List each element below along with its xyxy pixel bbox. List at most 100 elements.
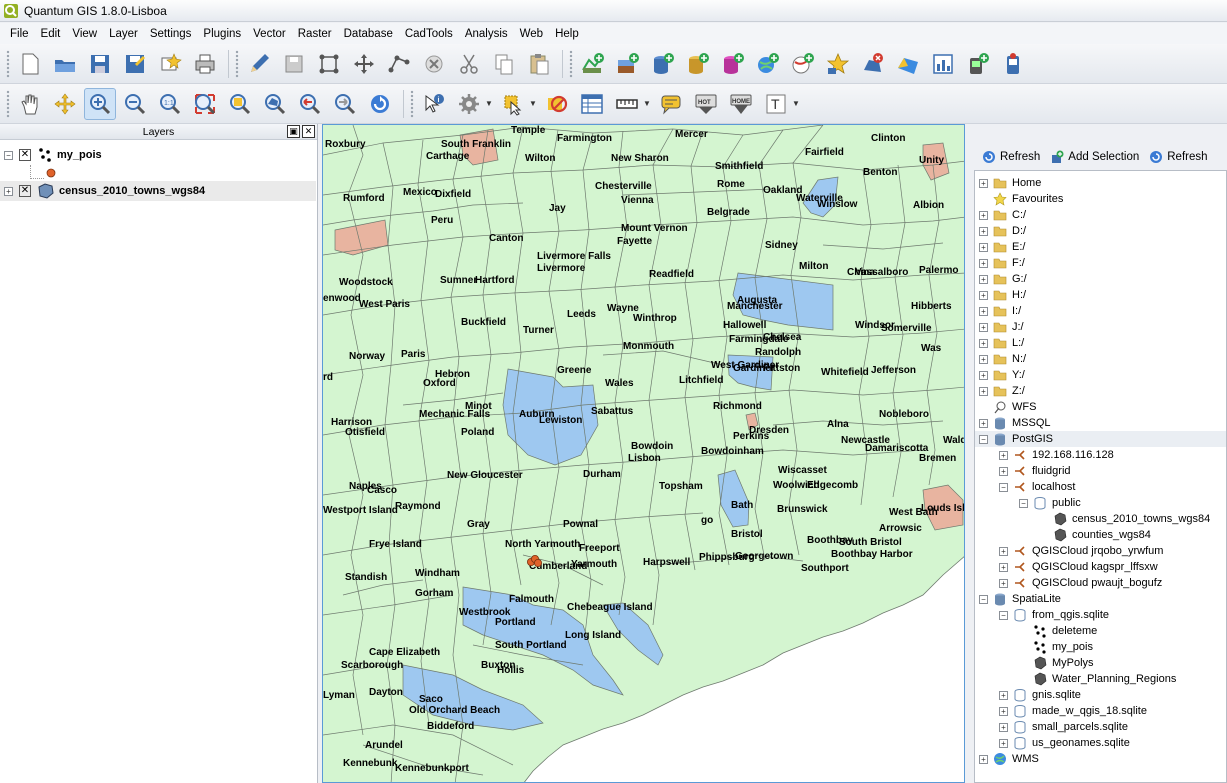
browser-item-qgiscloud-kagspr-lffsxw[interactable]: + QGISCloud kagspr_lffsxw	[999, 559, 1158, 575]
copy-features-button[interactable]	[488, 48, 520, 80]
zoom-out-button[interactable]	[119, 88, 151, 120]
add-mssql-layer-button[interactable]	[717, 48, 749, 80]
expand-icon[interactable]: +	[979, 418, 988, 428]
expand-icon[interactable]: +	[979, 242, 988, 252]
menu-vector[interactable]: Vector	[247, 26, 292, 42]
select-button[interactable]	[497, 88, 529, 120]
node-tool-button[interactable]	[383, 48, 415, 80]
delete-selected-button[interactable]	[418, 48, 450, 80]
deselect-button[interactable]	[541, 88, 573, 120]
add-gps-layer-button[interactable]	[962, 48, 994, 80]
expand-icon[interactable]: +	[999, 578, 1008, 588]
menu-raster[interactable]: Raster	[292, 26, 338, 42]
expand-icon[interactable]: +	[999, 546, 1008, 556]
dropdown-arrow-icon[interactable]: ▼	[643, 99, 651, 108]
menu-database[interactable]: Database	[338, 26, 399, 42]
menu-cadtools[interactable]: CadTools	[399, 26, 459, 42]
browser-tree[interactable]: + Home Favourites + C:/+ D:/+ E:/+ F:/+ G:/+ H:/+…	[974, 170, 1227, 783]
browser-item-wfs[interactable]: WFS	[979, 399, 1036, 415]
zoom-next-button[interactable]	[329, 88, 361, 120]
browser-item-i[interactable]: + I:/	[979, 303, 1021, 319]
toolbar-grip[interactable]	[235, 49, 239, 78]
dropdown-arrow-icon[interactable]: ▼	[485, 99, 493, 108]
browser-item-mssql[interactable]: + MSSQL	[979, 415, 1051, 431]
pan-button[interactable]	[14, 88, 46, 120]
browser-item-fluidgrid[interactable]: + fluidgrid	[999, 463, 1071, 479]
collapse-icon[interactable]: −	[999, 482, 1008, 492]
new-project-button[interactable]	[14, 48, 46, 80]
float-panel-icon[interactable]: ▣	[287, 125, 300, 138]
expand-icon[interactable]: +	[999, 466, 1008, 476]
browser-item-d[interactable]: + D:/	[979, 223, 1026, 239]
browser-item-g[interactable]: + G:/	[979, 271, 1027, 287]
new-print-composer-button[interactable]	[154, 48, 186, 80]
layer-row-census-towns[interactable]: + ✕ census_2010_towns_wgs84	[0, 181, 316, 201]
add-spatialite-layer-button[interactable]	[682, 48, 714, 80]
move-feature-button[interactable]	[348, 48, 380, 80]
add-wms-layer-button[interactable]	[752, 48, 784, 80]
expand-icon[interactable]: +	[979, 258, 988, 268]
menu-analysis[interactable]: Analysis	[459, 26, 514, 42]
expand-icon[interactable]: +	[979, 370, 988, 380]
save-project-button[interactable]	[84, 48, 116, 80]
menu-help[interactable]: Help	[549, 26, 585, 42]
menu-file[interactable]: File	[4, 26, 35, 42]
browser-add-selection-button[interactable]: Add Selection	[1050, 150, 1139, 164]
browser-item-small-parcels-sqlite[interactable]: + small_parcels.sqlite	[999, 719, 1128, 735]
browser-refresh-button-2[interactable]: Refresh	[1149, 150, 1208, 164]
zoom-actual-button[interactable]: 1:1	[154, 88, 186, 120]
new-shapefile-button[interactable]	[822, 48, 854, 80]
browser-item-made-w-qgis-18-sqlite[interactable]: + made_w_qgis_18.sqlite	[999, 703, 1147, 719]
toolbar-grip[interactable]	[6, 49, 10, 78]
save-as-button[interactable]	[119, 48, 151, 80]
paste-features-button[interactable]	[523, 48, 555, 80]
save-edits-button[interactable]	[278, 48, 310, 80]
menu-view[interactable]: View	[66, 26, 103, 42]
menu-web[interactable]: Web	[514, 26, 549, 42]
browser-item-census-2010-towns-wgs84[interactable]: census_2010_towns_wgs84	[1039, 511, 1210, 527]
toolbar-grip[interactable]	[569, 49, 573, 78]
add-postgis-layer-button[interactable]	[647, 48, 679, 80]
browser-item-favourites[interactable]: Favourites	[979, 191, 1063, 207]
attribute-table-button[interactable]	[576, 88, 608, 120]
expand-icon[interactable]: +	[999, 562, 1008, 572]
expand-icon[interactable]: +	[979, 306, 988, 316]
collapse-icon[interactable]: −	[4, 150, 13, 160]
browser-refresh-button[interactable]: Refresh	[982, 150, 1040, 164]
refresh-button[interactable]	[364, 88, 396, 120]
collapse-icon[interactable]: −	[999, 610, 1008, 620]
menu-settings[interactable]: Settings	[144, 26, 198, 42]
dropdown-arrow-icon[interactable]: ▼	[792, 99, 800, 108]
remove-layer-button[interactable]	[857, 48, 889, 80]
close-panel-icon[interactable]: ✕	[302, 125, 315, 138]
expand-icon[interactable]: +	[999, 690, 1008, 700]
zoom-last-button[interactable]	[294, 88, 326, 120]
expand-icon[interactable]: +	[999, 722, 1008, 732]
expand-icon[interactable]: +	[979, 178, 988, 188]
expand-icon[interactable]: +	[4, 186, 13, 196]
open-project-button[interactable]	[49, 48, 81, 80]
browser-item-z[interactable]: + Z:/	[979, 383, 1025, 399]
browser-item-wms[interactable]: + WMS	[979, 751, 1039, 767]
expand-icon[interactable]: +	[999, 738, 1008, 748]
zoom-to-selection-button[interactable]	[224, 88, 256, 120]
collapse-icon[interactable]: −	[1019, 498, 1028, 508]
browser-item-j[interactable]: + J:/	[979, 319, 1024, 335]
browser-item-home[interactable]: + Home	[979, 175, 1041, 191]
browser-item-c[interactable]: + C:/	[979, 207, 1026, 223]
browser-item-n[interactable]: + N:/	[979, 351, 1026, 367]
layer-visibility-checkbox[interactable]: ✕	[19, 185, 31, 197]
browser-item-my-pois[interactable]: my_pois	[1019, 639, 1093, 655]
pan-to-selection-button[interactable]	[49, 88, 81, 120]
layer-visibility-checkbox[interactable]: ✕	[19, 149, 31, 161]
browser-item-from-qgis-sqlite[interactable]: − from_qgis.sqlite	[999, 607, 1109, 623]
poi-markers[interactable]	[526, 553, 544, 569]
cut-features-button[interactable]	[453, 48, 485, 80]
browser-item-e[interactable]: + E:/	[979, 239, 1025, 255]
browser-item-qgiscloud-pwaujt-bogufz[interactable]: + QGISCloud pwaujt_bogufz	[999, 575, 1162, 591]
browser-item-y[interactable]: + Y:/	[979, 367, 1025, 383]
print-button[interactable]	[189, 48, 221, 80]
map-canvas[interactable]: Roxbury Temple South Franklin Carthage Farmi…	[322, 124, 965, 783]
text-annotation-button[interactable]: T	[760, 88, 792, 120]
browser-item-public[interactable]: − public	[1019, 495, 1081, 511]
